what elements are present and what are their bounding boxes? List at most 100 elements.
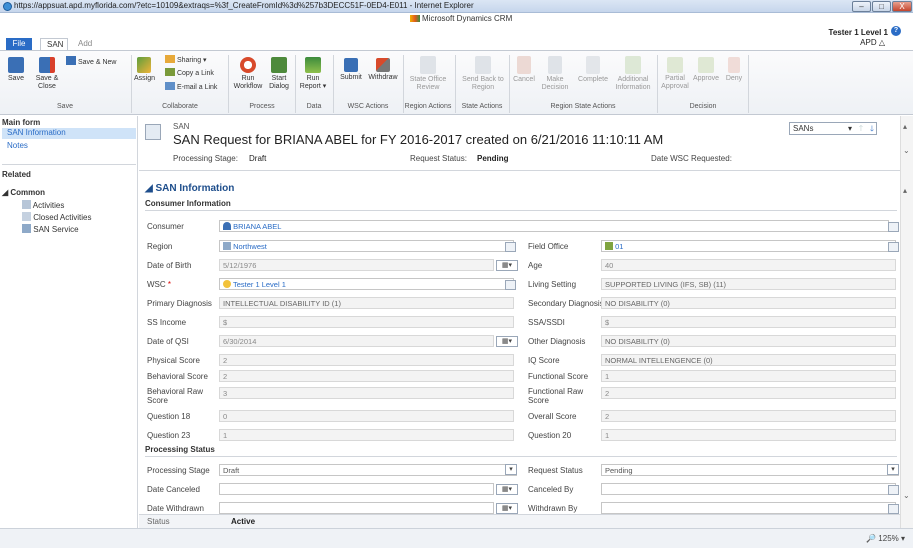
crm-brand-text: Microsoft Dynamics CRM [422,14,513,23]
run-report-button[interactable]: Run Report ▾ [298,53,328,91]
save-close-button[interactable]: Save & Close [32,53,62,91]
chevron-down-icon[interactable]: ⌄ [903,146,910,155]
make-decision-button[interactable]: Make Decision [538,53,572,92]
field-office-field[interactable]: 01 [601,240,896,252]
processing-stage-header-value: Draft [249,154,267,163]
approve-button[interactable]: Approve [691,53,721,83]
wsc-lookup-icon[interactable] [505,280,516,290]
functional-raw-score-field: 2 [601,387,896,399]
canceled-by-label: Canceled By [528,485,574,494]
view-selector[interactable]: SANs ▾ 🡑 🡓 [789,122,877,135]
canceled-by-lookup-icon[interactable] [888,485,899,495]
request-status-header-label: Request Status: [410,154,467,163]
arrow-down-icon[interactable]: 🡓 [870,123,874,137]
run-workflow-button[interactable]: Run Workflow [232,53,264,91]
close-button[interactable]: X [892,1,912,12]
withdraw-button[interactable]: Withdraw [367,53,399,82]
assign-button[interactable]: Assign [134,53,155,83]
consumer-lookup-icon[interactable] [888,222,899,232]
state-office-review-button[interactable]: State Office Review [407,53,449,92]
consumer-field[interactable]: BRIANA ABEL [219,220,889,232]
group-save: Save [57,103,73,110]
withdrawn-by-lookup-icon[interactable] [888,504,899,514]
date-withdrawn-field[interactable] [219,502,494,514]
region-field[interactable]: Northwest [219,240,514,252]
help-icon[interactable]: ? [891,26,901,36]
chevron-down-icon[interactable]: ⌄ [903,491,910,500]
nav-group-common[interactable]: ◢ Common [2,188,45,197]
partial-approval-button[interactable]: Partial Approval [660,53,690,91]
additional-information-button[interactable]: Additional Information [610,53,656,92]
chevron-down-icon[interactable]: ▾ [505,464,517,475]
tab-san[interactable]: SAN [40,38,68,50]
physical-score-field: 2 [219,354,514,366]
processing-stage-select[interactable]: Draft [219,464,517,476]
user-org[interactable]: APD △ [860,38,885,47]
scroll-up-icon[interactable]: ▴ [903,186,907,195]
minimize-button[interactable]: – [852,1,871,12]
nav-item-san-service[interactable]: SAN Service [22,224,79,234]
wsc-field[interactable]: Tester 1 Level 1 [219,278,514,290]
calendar-icon[interactable]: ▦▾ [496,336,518,347]
submit-button[interactable]: Submit [337,53,365,82]
cancel-button[interactable]: Cancel [511,53,537,84]
secondary-diagnosis-field: NO DISABILITY (0) [601,297,896,309]
date-canceled-label: Date Canceled [147,485,200,494]
vertical-scrollbar[interactable]: ▴ ⌄ ▴ ⌄ [900,116,913,528]
canceled-by-field[interactable] [601,483,896,495]
tab-file[interactable]: File [6,38,32,50]
state-office-review-label: State Office Review [409,76,447,91]
nav-item-label: Activities [32,201,65,210]
calendar-icon[interactable]: ▦▾ [496,503,518,514]
primary-diagnosis-label: Primary Diagnosis [147,299,212,308]
region-lookup-icon[interactable] [505,242,516,252]
send-back-region-label: Send Back to Region [462,76,504,91]
nav-item-label: Closed Activities [33,213,92,222]
approve-label: Approve [692,75,720,82]
nav-item-closed-activities[interactable]: Closed Activities [22,212,91,222]
request-status-select[interactable]: Pending [601,464,899,476]
complete-icon [586,56,600,74]
nav-item-san-information[interactable]: SAN Information [2,128,136,139]
ssa-field: $ [601,316,896,328]
arrow-up-icon[interactable]: 🡑 [859,123,863,137]
cancel-label: Cancel [513,76,535,83]
zoom-control[interactable]: 🔎 125% ▾ [866,534,905,543]
chevron-down-icon[interactable]: ▾ [887,464,899,475]
sharing-button[interactable]: Sharing ▾ [165,55,225,65]
copy-link-button[interactable]: Copy a Link [165,68,225,78]
field-office-lookup-icon[interactable] [888,242,899,252]
date-canceled-field[interactable] [219,483,494,495]
question-23-field: 1 [219,429,514,441]
age-label: Age [528,261,543,270]
nav-header-related: Related [2,170,31,179]
dob-field[interactable]: 5/12/1976 [219,259,494,271]
tab-add[interactable]: Add [72,38,98,50]
deny-button[interactable]: Deny [722,53,746,83]
other-diagnosis-field: NO DISABILITY (0) [601,335,896,347]
scroll-up-icon[interactable]: ▴ [903,122,907,131]
qsi-date-field[interactable]: 6/30/2014 [219,335,494,347]
withdrawn-by-field[interactable] [601,502,896,514]
user-name[interactable]: Tester 1 Level 1 [829,28,888,37]
complete-button[interactable]: Complete [574,53,612,84]
calendar-icon[interactable]: ▦▾ [496,260,518,271]
additional-information-icon [625,56,641,74]
deny-icon [728,57,740,73]
field-office-value: 01 [615,242,624,251]
save-new-label: Save & New [77,59,117,66]
nav-item-notes[interactable]: Notes [7,141,28,150]
section-toggle[interactable]: ◢ SAN Information [145,183,234,194]
save-button[interactable]: Save [3,53,29,83]
email-link-button[interactable]: E-mail a Link [165,82,225,92]
state-office-review-icon [420,56,436,74]
primary-diagnosis-field: INTELLECTUAL DISABILITY ID (1) [219,297,514,309]
nav-divider [2,164,136,165]
send-back-region-button[interactable]: Send Back to Region [459,53,507,92]
nav-item-activities[interactable]: Activities [22,200,64,210]
save-new-button[interactable]: Save & New [66,56,126,67]
start-dialog-button[interactable]: Start Dialog [266,53,292,91]
calendar-icon[interactable]: ▦▾ [496,484,518,495]
functional-score-field: 1 [601,370,896,382]
maximize-button[interactable]: □ [872,1,891,12]
